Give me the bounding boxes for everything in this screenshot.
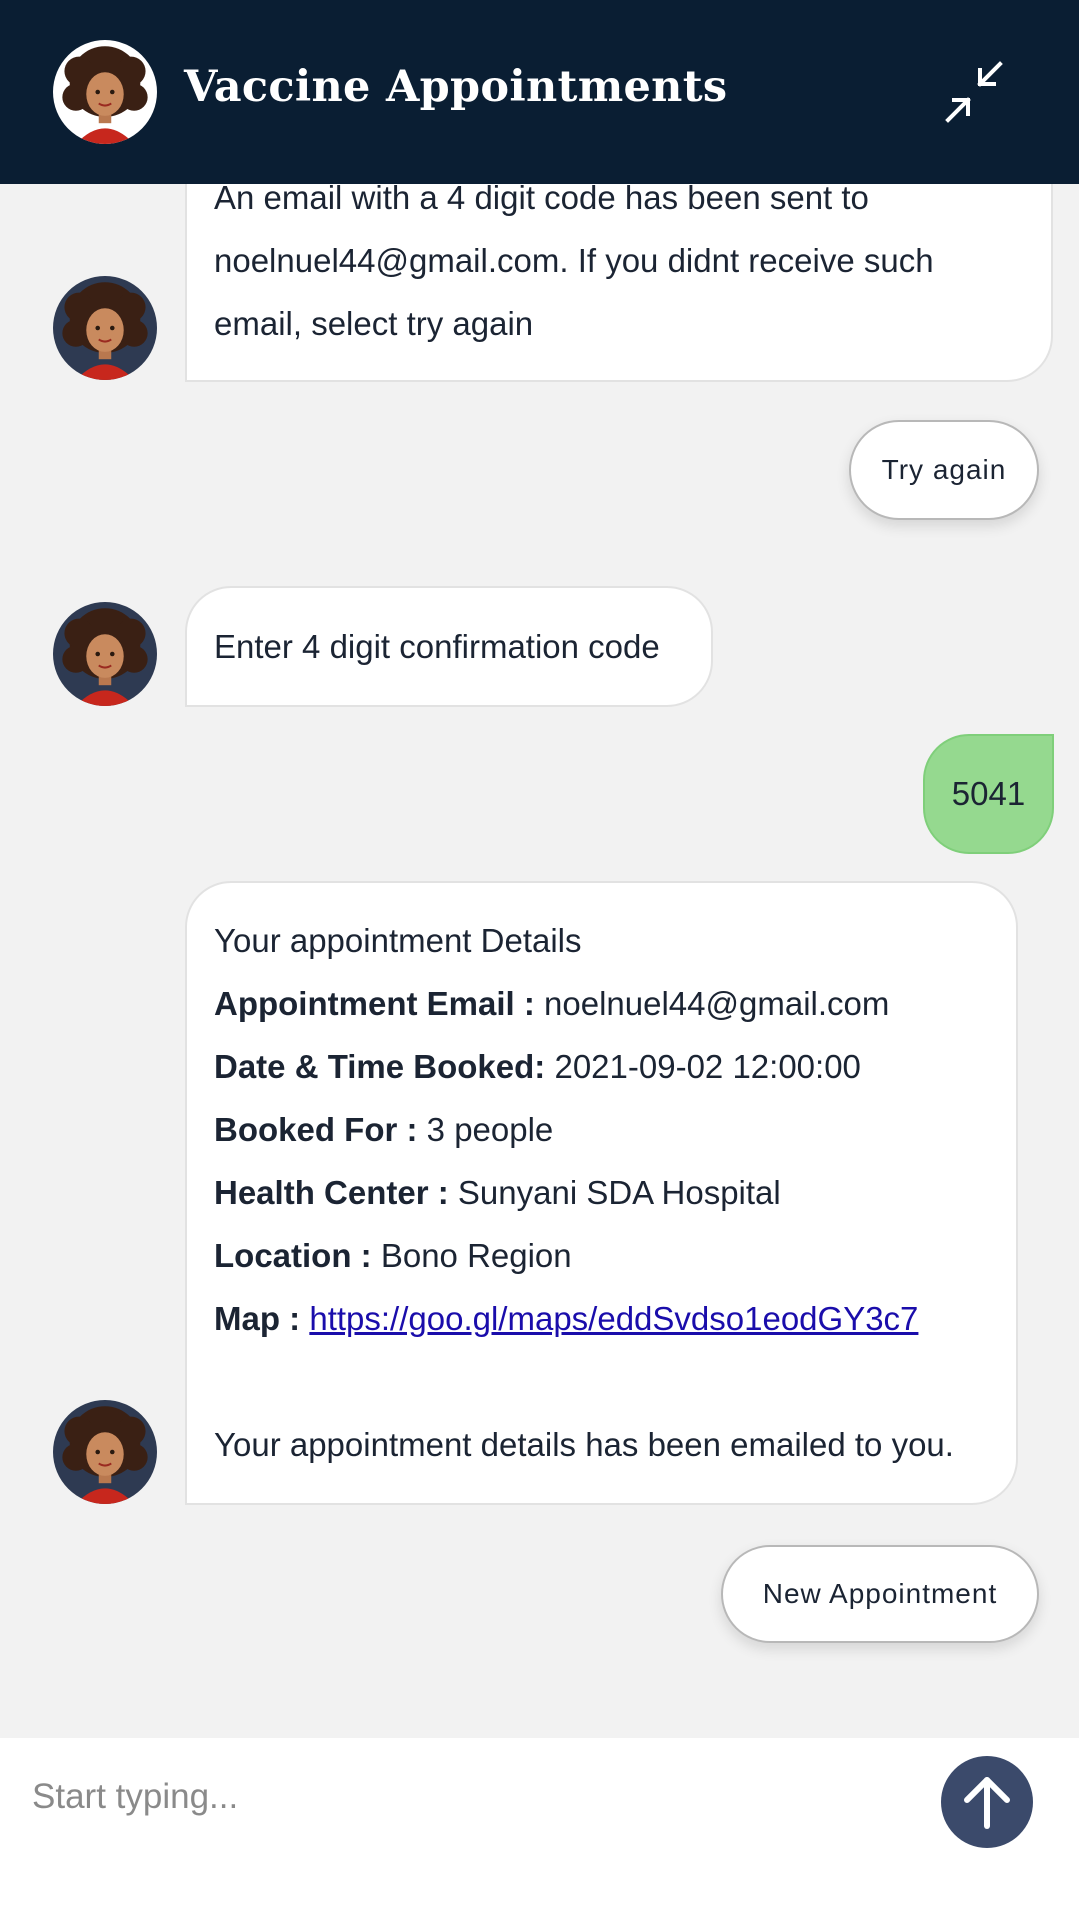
detail-value: Bono Region bbox=[380, 1237, 572, 1274]
bot-message-enter-code: Enter 4 digit confirmation code bbox=[185, 586, 713, 707]
bot-message-email-sent: An email with a 4 digit code has been se… bbox=[185, 150, 1053, 382]
detail-row-booked-for: Booked For : 3 people bbox=[214, 1098, 989, 1161]
message-text: email, select try again bbox=[214, 305, 534, 342]
agent-avatar-icon bbox=[53, 1400, 157, 1504]
detail-row-health-center: Health Center : Sunyani SDA Hospital bbox=[214, 1161, 989, 1224]
chat-header: Vaccine Appointments bbox=[0, 0, 1079, 184]
detail-row-location: Location : Bono Region bbox=[214, 1224, 989, 1287]
header-title: Vaccine Appointments bbox=[184, 62, 728, 112]
detail-value: 3 people bbox=[426, 1111, 554, 1148]
agent-avatar-icon bbox=[53, 40, 157, 144]
new-appointment-button[interactable]: New Appointment bbox=[721, 1545, 1039, 1643]
detail-value: noelnuel44@gmail.com bbox=[544, 985, 890, 1022]
detail-label: Appointment Email : bbox=[214, 985, 535, 1022]
details-heading: Your appointment Details bbox=[214, 922, 582, 959]
message-composer bbox=[0, 1738, 1079, 1919]
send-arrow-up-icon[interactable] bbox=[941, 1756, 1033, 1848]
try-again-button[interactable]: Try again bbox=[849, 420, 1039, 520]
detail-label: Health Center : bbox=[214, 1174, 449, 1211]
bot-message-appointment-details: Your appointment Details Appointment Ema… bbox=[185, 881, 1018, 1505]
message-text: Enter 4 digit confirmation code bbox=[214, 628, 660, 665]
message-text: 5041 bbox=[951, 775, 1026, 812]
agent-avatar-icon bbox=[53, 276, 157, 380]
minimize-arrows-icon[interactable] bbox=[938, 58, 1010, 130]
message-text: noelnuel44@gmail.com. If you didnt recei… bbox=[214, 242, 934, 279]
message-input[interactable] bbox=[32, 1766, 912, 1828]
detail-row-datetime: Date & Time Booked: 2021-09-02 12:00:00 bbox=[214, 1035, 989, 1098]
agent-avatar-icon bbox=[53, 602, 157, 706]
user-message-code: 5041 bbox=[923, 734, 1054, 854]
details-footer: Your appointment details has been emaile… bbox=[214, 1426, 954, 1463]
detail-row-map: Map : https://goo.gl/maps/eddSvdso1eodGY… bbox=[214, 1287, 989, 1350]
detail-label: Date & Time Booked: bbox=[214, 1048, 546, 1085]
map-link[interactable]: https://goo.gl/maps/eddSvdso1eodGY3c7 bbox=[309, 1300, 918, 1337]
detail-value: 2021-09-02 12:00:00 bbox=[554, 1048, 861, 1085]
detail-value: Sunyani SDA Hospital bbox=[457, 1174, 781, 1211]
detail-label: Booked For : bbox=[214, 1111, 418, 1148]
detail-label: Location : bbox=[214, 1237, 372, 1274]
detail-row-email: Appointment Email : noelnuel44@gmail.com bbox=[214, 972, 989, 1035]
detail-label: Map : bbox=[214, 1300, 301, 1337]
